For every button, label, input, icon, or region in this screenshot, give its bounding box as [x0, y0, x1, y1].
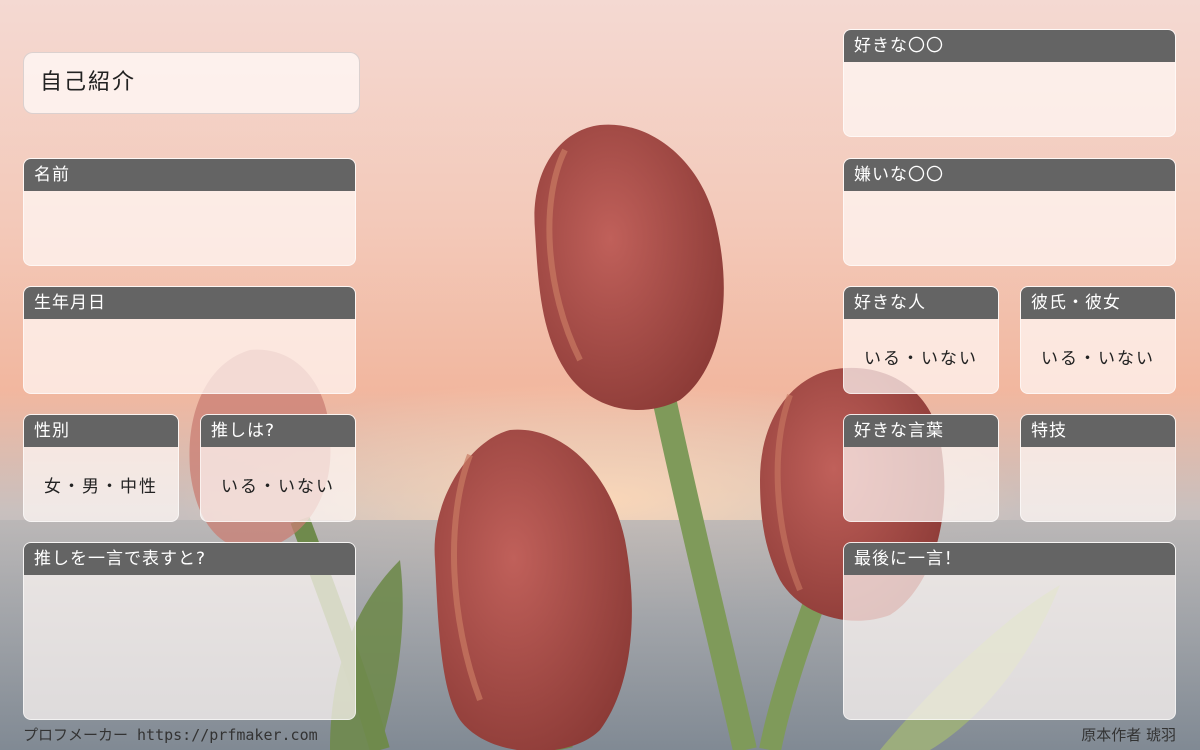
last-word-value[interactable]: [844, 575, 1175, 719]
partner-label: 彼氏・彼女: [1021, 287, 1175, 319]
birthday-panel: 生年月日: [23, 286, 356, 394]
oshi-label: 推しは?: [201, 415, 355, 447]
oshi-value[interactable]: いる・いない: [201, 447, 355, 521]
gender-panel: 性別 女・男・中性: [23, 414, 179, 522]
oshi-word-panel: 推しを一言で表すと?: [23, 542, 356, 720]
skill-label: 特技: [1021, 415, 1175, 447]
birthday-value[interactable]: [24, 319, 355, 393]
likes-value[interactable]: [844, 62, 1175, 136]
likes-label: 好きな〇〇: [844, 30, 1175, 62]
birthday-label: 生年月日: [24, 287, 355, 319]
last-word-panel: 最後に一言！: [843, 542, 1176, 720]
name-label: 名前: [24, 159, 355, 191]
last-word-label: 最後に一言！: [844, 543, 1175, 575]
gender-value[interactable]: 女・男・中性: [24, 447, 178, 521]
author-credit: 原本作者 琥羽: [1081, 726, 1176, 744]
oshi-word-label: 推しを一言で表すと?: [24, 543, 355, 575]
dislikes-label: 嫌いな〇〇: [844, 159, 1175, 191]
oshi-panel: 推しは? いる・いない: [200, 414, 356, 522]
fav-words-panel: 好きな言葉: [843, 414, 999, 522]
fav-words-value[interactable]: [844, 447, 998, 521]
dislikes-panel: 嫌いな〇〇: [843, 158, 1176, 266]
partner-value[interactable]: いる・いない: [1021, 319, 1175, 393]
name-panel: 名前: [23, 158, 356, 266]
likes-panel: 好きな〇〇: [843, 29, 1176, 137]
fav-words-label: 好きな言葉: [844, 415, 998, 447]
oshi-word-value[interactable]: [24, 575, 355, 719]
maker-credit: プロフメーカー https://prfmaker.com: [23, 726, 318, 744]
page-title: 自己紹介: [23, 52, 360, 114]
dislikes-value[interactable]: [844, 191, 1175, 265]
profile-card: 自己紹介 名前 生年月日 性別 女・男・中性 推しは? いる・いない 推しを一言…: [0, 0, 1200, 750]
partner-panel: 彼氏・彼女 いる・いない: [1020, 286, 1176, 394]
name-value[interactable]: [24, 191, 355, 265]
crush-label: 好きな人: [844, 287, 998, 319]
skill-value[interactable]: [1021, 447, 1175, 521]
gender-label: 性別: [24, 415, 178, 447]
skill-panel: 特技: [1020, 414, 1176, 522]
crush-value[interactable]: いる・いない: [844, 319, 998, 393]
crush-panel: 好きな人 いる・いない: [843, 286, 999, 394]
